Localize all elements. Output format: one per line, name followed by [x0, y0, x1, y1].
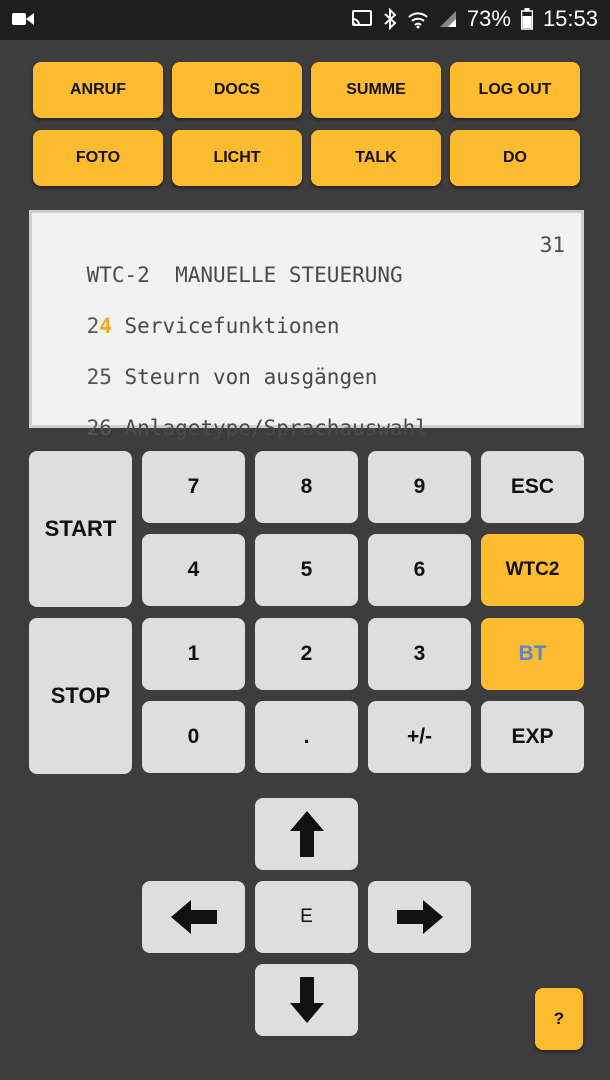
- arrow-right-button[interactable]: [368, 881, 471, 953]
- licht-button[interactable]: LICHT: [172, 130, 302, 186]
- key-8[interactable]: 8: [255, 451, 358, 523]
- clock: 15:53: [542, 6, 598, 31]
- help-button[interactable]: ?: [535, 988, 583, 1050]
- arrow-up-button[interactable]: [255, 798, 358, 870]
- key-9[interactable]: 9: [368, 451, 471, 523]
- arrow-right-icon: [396, 900, 443, 934]
- cast-icon: [351, 10, 373, 28]
- battery-icon: [520, 8, 533, 30]
- enter-button[interactable]: E: [255, 881, 358, 953]
- menu-line[interactable]: 25 Steurn von ausgängen: [36, 332, 573, 389]
- esc-button[interactable]: ESC: [481, 451, 584, 523]
- key-0[interactable]: 0: [142, 701, 245, 773]
- decimal-point-key[interactable]: .: [255, 701, 358, 773]
- key-1[interactable]: 1: [142, 618, 245, 690]
- logout-button[interactable]: LOG OUT: [450, 62, 580, 118]
- talk-button[interactable]: TALK: [311, 130, 441, 186]
- menu-text: Anlagetype/Sprachauswahl: [111, 416, 428, 440]
- summe-button[interactable]: SUMME: [311, 62, 441, 118]
- arrow-left-icon: [170, 900, 217, 934]
- video-camera-icon: [12, 11, 34, 32]
- display-code: 31: [539, 233, 565, 257]
- exp-button[interactable]: EXP: [481, 701, 584, 773]
- key-5[interactable]: 5: [255, 534, 358, 606]
- key-7[interactable]: 7: [142, 451, 245, 523]
- menu-line[interactable]: 26 Anlagetype/Sprachauswahl: [36, 383, 573, 440]
- lcd-display: WTC-2 MANUELLE STEUERUNG 31 24 Servicefu…: [29, 210, 584, 440]
- foto-button[interactable]: FOTO: [33, 130, 163, 186]
- arrow-down-button[interactable]: [255, 964, 358, 1036]
- key-4[interactable]: 4: [142, 534, 245, 606]
- battery-percent: 73%: [466, 6, 511, 31]
- do-button[interactable]: DO: [450, 130, 580, 186]
- arrow-down-icon: [289, 977, 324, 1023]
- bt-button[interactable]: BT: [481, 618, 584, 690]
- menu-line[interactable]: 24 Servicefunktionen: [36, 281, 573, 338]
- display-header: WTC-2 MANUELLE STEUERUNG 31: [36, 230, 573, 287]
- docs-button[interactable]: DOCS: [172, 62, 302, 118]
- wtc2-button[interactable]: WTC2: [481, 534, 584, 606]
- key-3[interactable]: 3: [368, 618, 471, 690]
- arrow-left-button[interactable]: [142, 881, 245, 953]
- anruf-button[interactable]: ANRUF: [33, 62, 163, 118]
- key-6[interactable]: 6: [368, 534, 471, 606]
- stop-button[interactable]: STOP: [29, 618, 132, 774]
- wifi-icon: [407, 9, 429, 29]
- menu-number: 26: [86, 416, 112, 440]
- bluetooth-icon: [383, 8, 397, 30]
- start-button[interactable]: START: [29, 451, 132, 607]
- status-bar: 73% 15:53: [0, 0, 610, 40]
- signal-icon: [439, 10, 457, 28]
- key-2[interactable]: 2: [255, 618, 358, 690]
- arrow-up-icon: [289, 811, 324, 857]
- plus-minus-key[interactable]: +/-: [368, 701, 471, 773]
